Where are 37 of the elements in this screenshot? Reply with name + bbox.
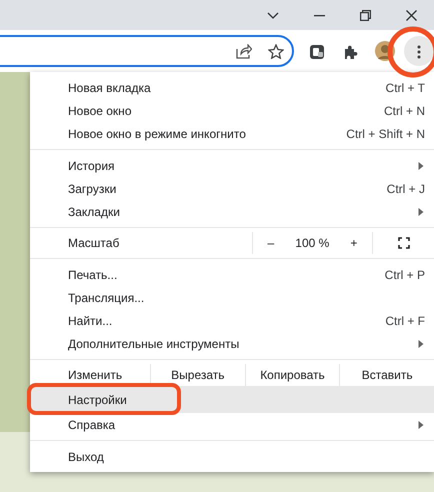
address-bar[interactable] — [0, 35, 294, 67]
shortcut-text: Ctrl + Shift + N — [346, 126, 425, 142]
menu-item[interactable]: Настройки — [30, 386, 434, 413]
menu-item[interactable]: Найти... Ctrl + F — [30, 309, 434, 332]
zoom-value: 100 % — [295, 235, 330, 252]
close-icon — [406, 10, 416, 22]
menu-item[interactable]: Выход — [30, 445, 434, 468]
zoom-out-button[interactable]: – — [260, 234, 282, 252]
zoom-label: Масштаб — [68, 235, 120, 252]
minimize-icon — [314, 14, 324, 17]
star-icon — [268, 44, 284, 58]
menu-button[interactable] — [404, 36, 434, 66]
avatar-icon — [375, 41, 395, 61]
menu-item[interactable]: Новая вкладка Ctrl + T — [30, 76, 434, 99]
menu-item[interactable]: Новое окно в режиме инкогнито Ctrl + Shift + N — [30, 122, 434, 145]
more-icon — [417, 44, 421, 59]
shortcut-text: Ctrl + T — [386, 80, 425, 96]
puzzle-icon — [343, 44, 359, 60]
menu-item[interactable]: Загрузки Ctrl + J — [30, 177, 434, 200]
menu-item[interactable]: История — [30, 154, 434, 177]
menu-item[interactable]: Справка — [30, 413, 434, 436]
menu-item[interactable]: Печать... Ctrl + P — [30, 263, 434, 286]
edit-label: Изменить — [68, 367, 124, 384]
menu-item[interactable]: Закладки — [30, 200, 434, 223]
zoom-in-button[interactable]: + — [342, 234, 366, 252]
shortcut-text: Ctrl + P — [384, 266, 425, 284]
restore-icon — [360, 10, 370, 22]
menu-item[interactable]: Новое окно Ctrl + N — [30, 99, 434, 122]
shortcut-text: Ctrl + N — [384, 102, 425, 120]
extension-app-icon — [309, 44, 325, 60]
share-icon — [236, 44, 252, 58]
shortcut-text: Ctrl + J — [386, 180, 425, 198]
menu-item[interactable]: Трансляция... — [30, 286, 434, 309]
shortcut-text: Ctrl + F — [385, 312, 425, 330]
chevron-icon — [267, 12, 279, 20]
menu-item[interactable]: Дополнительные инструменты — [30, 332, 434, 355]
fullscreen-icon — [398, 236, 410, 249]
